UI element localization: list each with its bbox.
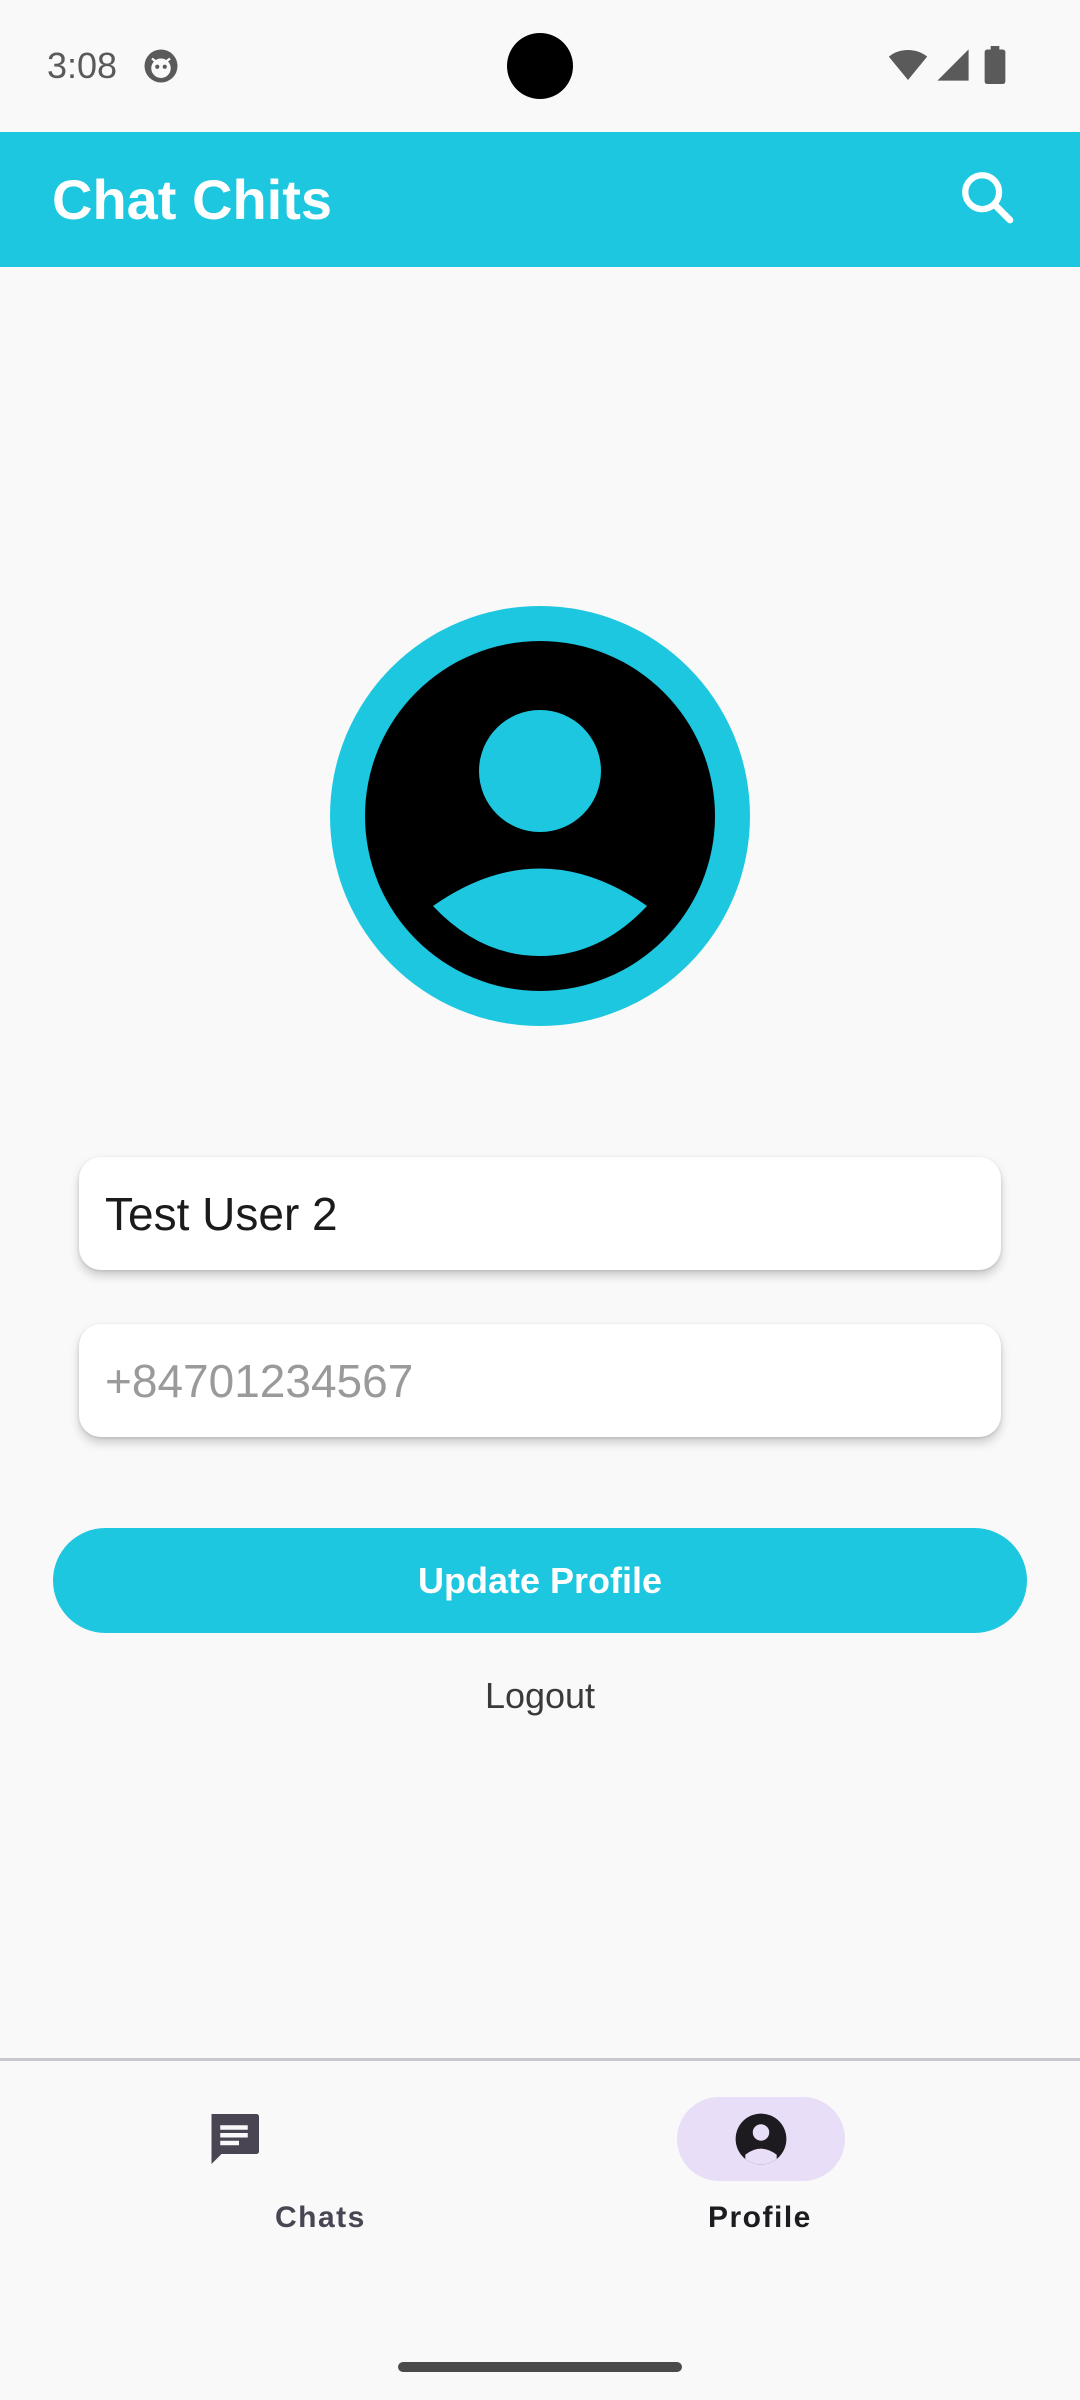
name-field[interactable]	[79, 1157, 1001, 1270]
status-time: 3:08	[47, 45, 118, 86]
nav-chats-indicator	[150, 2097, 318, 2181]
nav-item-profile[interactable]: Profile	[540, 2061, 1080, 2301]
app-title: Chat Chits	[52, 168, 332, 231]
profile-screen: 3:08 Chat Chits Test User 2 +84701234567…	[0, 0, 1080, 2400]
notification-icon	[144, 49, 178, 83]
status-bar: 3:08	[0, 0, 1080, 132]
nav-profile-label: Profile	[708, 2201, 812, 2234]
nav-item-chats[interactable]: Chats	[0, 2061, 540, 2301]
profile-avatar[interactable]	[330, 606, 750, 1026]
camera-cutout	[507, 33, 573, 99]
logout-button[interactable]: Logout	[440, 1668, 640, 1724]
search-icon	[962, 172, 1014, 224]
account-circle-icon	[365, 641, 715, 991]
name-input[interactable]	[105, 1186, 1001, 1241]
signal-icon	[937, 49, 969, 81]
gesture-handle[interactable]	[398, 2362, 682, 2372]
update-profile-button[interactable]: Update Profile	[53, 1528, 1027, 1633]
wifi-icon	[888, 50, 928, 80]
phone-field[interactable]	[79, 1324, 1001, 1437]
account-circle-icon	[735, 2113, 787, 2165]
battery-icon	[984, 46, 1006, 84]
phone-input[interactable]	[105, 1353, 1001, 1408]
app-bar: Chat Chits	[0, 132, 1080, 267]
bottom-navigation: Chats Profile	[0, 2058, 1080, 2400]
nav-profile-indicator	[677, 2097, 845, 2181]
search-button[interactable]	[950, 160, 1024, 234]
chat-icon	[211, 2114, 259, 2164]
